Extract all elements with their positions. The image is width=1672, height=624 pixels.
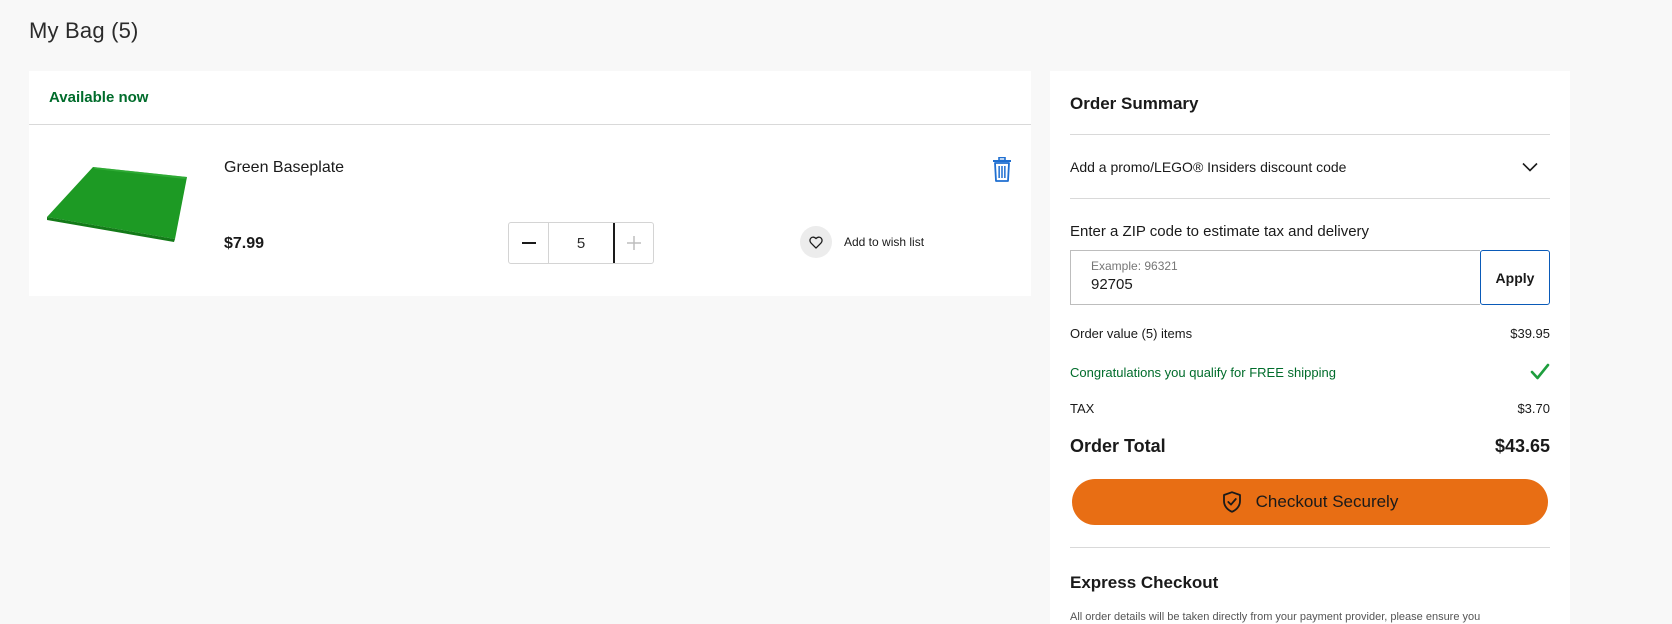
express-checkout-title: Express Checkout [1070,573,1219,592]
free-shipping-label: Congratulations you qualify for FREE shi… [1070,364,1336,380]
express-checkout-note: All order details will be taken directly… [1070,611,1481,623]
order-value-amount: $39.95 [1510,326,1550,341]
order-total-row: Order Total $43.65 [1070,436,1550,457]
bag-item: Green Baseplate $7.99 5 Add to wish list [29,125,1031,296]
order-value-label: Order value (5) items [1070,326,1193,341]
quantity-value[interactable]: 5 [549,223,613,263]
order-summary: Order Summary Add a promo/LEGO® Insiders… [1050,71,1570,624]
order-total-amount: $43.65 [1494,436,1550,456]
checkout-button[interactable]: Checkout Securely [1072,479,1548,525]
decrease-quantity-button[interactable] [509,223,549,263]
checkout-label: Checkout Securely [1255,492,1399,511]
product-name[interactable]: Green Baseplate [224,159,344,177]
checkmark-icon [1530,363,1550,380]
availability-label: Available now [49,89,149,106]
wishlist-label: Add to wish list [844,235,925,249]
zip-code-input[interactable] [1091,276,1460,293]
order-summary-title: Order Summary [1070,94,1199,113]
product-price: $7.99 [224,235,265,252]
apply-zip-button[interactable]: Apply [1480,250,1550,305]
divider [1070,547,1550,548]
zip-code-title: Enter a ZIP code to estimate tax and del… [1070,223,1370,240]
increase-quantity-button[interactable] [613,223,653,263]
minus-icon [521,242,536,244]
page-title: My Bag (5) [29,18,139,43]
chevron-down-icon [1522,162,1538,172]
product-image[interactable] [47,163,187,243]
free-shipping-row: Congratulations you qualify for FREE shi… [1070,363,1550,381]
divider [1070,198,1550,199]
availability-header: Available now [29,71,1031,125]
tax-amount: $3.70 [1517,401,1550,416]
heart-icon-wrap [800,226,832,258]
zip-code-form: Example: 96321 Apply [1070,250,1550,305]
zip-code-hint: Example: 96321 [1091,259,1178,273]
trash-icon[interactable] [991,157,1013,183]
order-total-label: Order Total [1070,436,1166,456]
tax-row: TAX $3.70 [1070,401,1550,416]
bag-card: Available now Green Baseplate $7.99 5 Ad… [29,71,1031,296]
quantity-stepper: 5 [508,222,654,264]
heart-icon [809,236,823,249]
tax-label: TAX [1070,401,1095,416]
promo-code-toggle[interactable]: Add a promo/LEGO® Insiders discount code [1070,135,1550,198]
promo-code-label: Add a promo/LEGO® Insiders discount code [1070,158,1347,175]
order-value-row: Order value (5) items $39.95 [1070,326,1550,341]
plus-icon [627,236,641,250]
shield-check-icon [1222,491,1241,513]
zip-code-field[interactable]: Example: 96321 [1070,250,1480,305]
add-to-wishlist-button[interactable]: Add to wish list [800,226,924,258]
